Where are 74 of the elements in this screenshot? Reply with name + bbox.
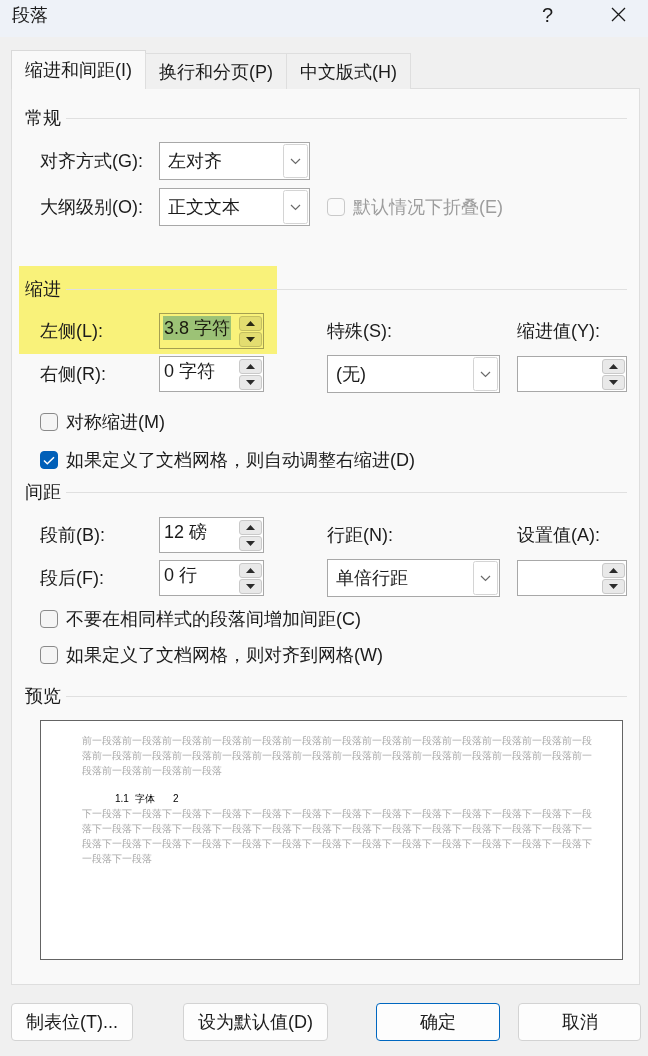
heading-number: 1.1 <box>115 792 129 806</box>
down-triangle-icon <box>609 584 618 589</box>
help-button[interactable]: ? <box>541 3 553 27</box>
page-number: 2 <box>172 792 179 806</box>
heading-text: 字体 <box>134 792 155 806</box>
tab[interactable]: 换行和分页(P) <box>145 53 287 89</box>
dialog-button[interactable]: 取消 <box>518 1003 641 1041</box>
up-triangle-icon <box>246 321 255 326</box>
special-indent-dropdown[interactable]: (无) <box>327 355 500 393</box>
spin-up-button[interactable] <box>239 520 262 535</box>
checkmark-icon <box>43 455 55 465</box>
spin-down-button[interactable] <box>239 375 262 390</box>
alignment-dropdown[interactable]: 左对齐 <box>159 142 310 180</box>
spacing-before-field[interactable]: 12 磅 <box>159 517 264 553</box>
spacing-after-field[interactable]: 0 行 <box>159 560 264 596</box>
spin-up-button[interactable] <box>239 359 262 374</box>
spin-up-button[interactable] <box>602 563 625 578</box>
up-triangle-icon <box>609 568 618 573</box>
section-heading: 缩进 <box>25 278 61 301</box>
checkbox[interactable] <box>40 610 58 628</box>
checkbox-label[interactable]: 不要在相同样式的段落间增加间距(C) <box>66 607 361 631</box>
chevron-down-icon <box>283 190 308 224</box>
dialog-button[interactable]: 设为默认值(D) <box>183 1003 328 1041</box>
field-label: 行距(N): <box>327 524 394 547</box>
spin-down-button[interactable] <box>239 536 262 551</box>
down-triangle-icon <box>246 584 255 589</box>
dialog-button[interactable]: 制表位(T)... <box>11 1003 133 1041</box>
line-spacing-dropdown[interactable]: 单倍行距 <box>327 559 500 597</box>
line-spacing-value-field[interactable] <box>517 560 627 596</box>
field-label: 对齐方式(G): <box>40 150 144 173</box>
spin-down-button[interactable] <box>602 375 625 390</box>
left-indent-field[interactable]: 3.8 字符 <box>159 313 264 349</box>
spin-down-button[interactable] <box>239 579 262 594</box>
chevron-down-icon <box>473 357 498 391</box>
up-triangle-icon <box>246 525 255 530</box>
up-triangle-icon <box>246 568 255 573</box>
section-heading: 预览 <box>25 685 61 708</box>
spin-up-button[interactable] <box>239 563 262 578</box>
window-title: 段落 <box>12 4 48 27</box>
field-label: 段前(B): <box>40 524 106 547</box>
close-icon[interactable] <box>611 7 626 22</box>
dialog-button[interactable]: 确定 <box>376 1003 500 1041</box>
field-label: 右侧(R): <box>40 363 107 386</box>
chevron-down-icon <box>283 144 308 178</box>
section-heading: 常规 <box>25 107 61 130</box>
checkbox[interactable] <box>40 646 58 664</box>
outline-level-dropdown[interactable]: 正文文本 <box>159 188 310 226</box>
tab[interactable]: 中文版式(H) <box>286 53 411 89</box>
up-triangle-icon <box>246 364 255 369</box>
field-label: 设置值(A): <box>517 524 601 547</box>
up-triangle-icon <box>609 364 618 369</box>
down-triangle-icon <box>246 380 255 385</box>
indent-by-field[interactable] <box>517 356 627 392</box>
right-indent-field[interactable]: 0 字符 <box>159 356 264 392</box>
spin-up-button[interactable] <box>239 316 262 331</box>
checkbox-label[interactable]: 如果定义了文档网格，则对齐到网格(W) <box>66 643 383 667</box>
checkbox-label[interactable]: 对称缩进(M) <box>66 410 165 434</box>
chevron-down-icon <box>473 561 498 595</box>
down-triangle-icon <box>246 337 255 342</box>
spin-up-button[interactable] <box>602 359 625 374</box>
spin-down-button[interactable] <box>239 332 262 347</box>
field-label: 特殊(S): <box>327 320 393 343</box>
checkbox[interactable] <box>40 451 58 469</box>
field-label: 缩进值(Y): <box>517 320 601 343</box>
section-heading: 间距 <box>25 481 61 504</box>
tab[interactable]: 缩进和间距(I) <box>11 50 146 89</box>
field-label: 大纲级别(O): <box>40 196 144 219</box>
down-triangle-icon <box>246 541 255 546</box>
down-triangle-icon <box>609 380 618 385</box>
checkbox-label[interactable]: 如果定义了文档网格，则自动调整右缩进(D) <box>66 448 415 472</box>
checkbox[interactable] <box>40 413 58 431</box>
field-label: 左侧(L): <box>40 320 104 343</box>
spin-down-button[interactable] <box>602 579 625 594</box>
field-label: 段后(F): <box>40 567 105 590</box>
